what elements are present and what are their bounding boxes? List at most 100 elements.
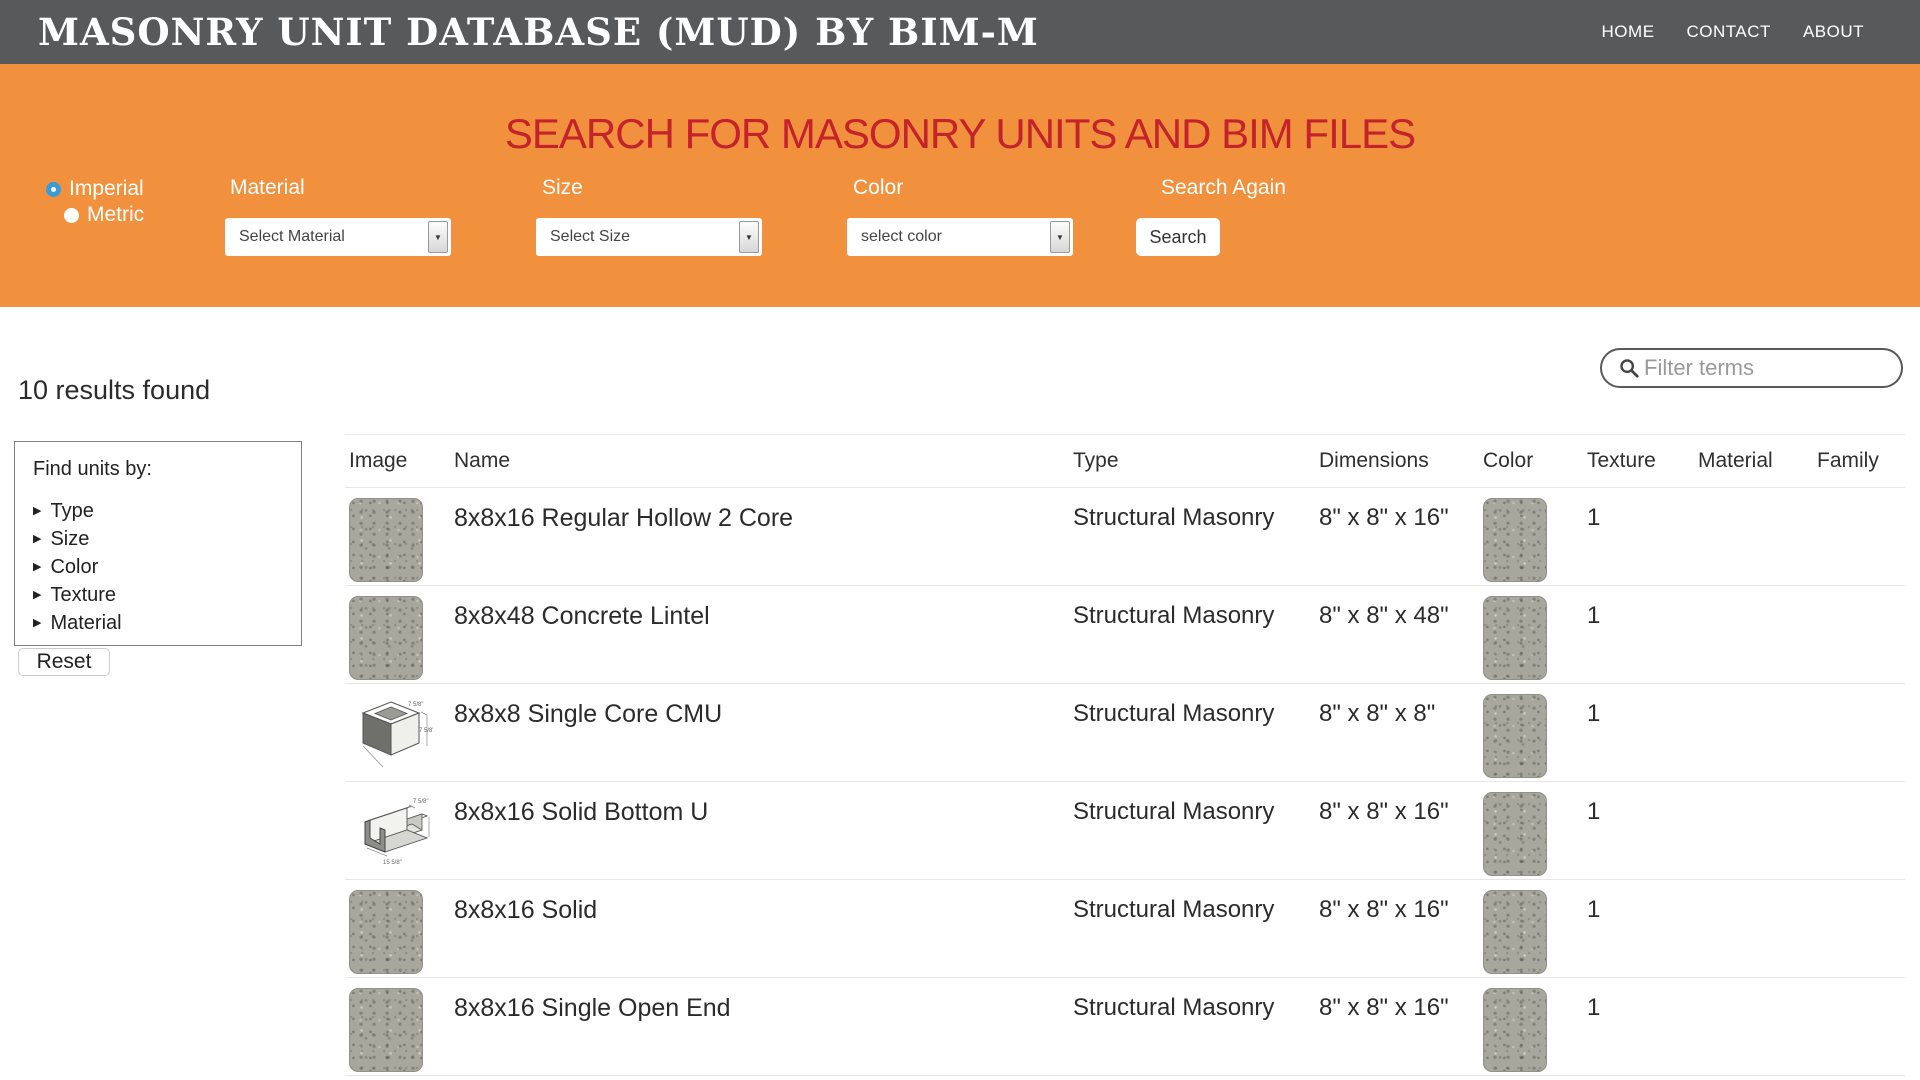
unit-family xyxy=(1813,586,1905,602)
facet-item-label: Material xyxy=(50,612,121,635)
size-select-value: Select Size xyxy=(536,228,739,246)
metric-radio-row[interactable]: Metric xyxy=(64,202,144,228)
table-row[interactable]: 7 5/8" 15 5/8" 8x8x16 Solid Bottom U Str… xyxy=(345,782,1905,880)
size-select-arrow-icon[interactable]: ▼ xyxy=(739,221,759,253)
color-select[interactable]: select color ▼ xyxy=(847,218,1073,256)
color-swatch xyxy=(1483,596,1547,680)
unit-material xyxy=(1694,782,1813,798)
top-header-bar: MASONRY UNIT DATABASE (MUD) BY BIM-M HOM… xyxy=(0,0,1920,64)
unit-dimensions: 8" x 8" x 16" xyxy=(1315,880,1479,924)
facet-item-size[interactable]: ▶ Size xyxy=(33,525,301,553)
unit-photo-thumbnail[interactable] xyxy=(349,890,423,974)
unit-name[interactable]: 8x8x48 Concrete Lintel xyxy=(450,586,1069,631)
unit-image-cell xyxy=(345,978,450,1072)
material-select[interactable]: Select Material ▼ xyxy=(225,218,451,256)
filter-terms-input[interactable] xyxy=(1644,355,1884,381)
search-icon xyxy=(1618,357,1640,379)
color-swatch xyxy=(1483,890,1547,974)
unit-material xyxy=(1694,978,1813,994)
imperial-radio-button[interactable] xyxy=(46,182,61,197)
top-navigation: HOME CONTACT ABOUT xyxy=(1602,22,1920,42)
unit-family xyxy=(1813,782,1905,798)
table-row[interactable]: 8x8x16 Regular Hollow 2 Core Structural … xyxy=(345,488,1905,586)
reset-button[interactable]: Reset xyxy=(18,648,110,676)
column-header-type: Type xyxy=(1069,449,1315,473)
unit-name[interactable]: 8x8x16 Single Open End xyxy=(450,978,1069,1023)
column-header-name: Name xyxy=(450,449,1069,473)
column-header-image: Image xyxy=(345,449,450,473)
unit-color-cell xyxy=(1479,978,1583,1072)
facet-list: ▶ Type ▶ Size ▶ Color ▶ Texture ▶ Materi… xyxy=(33,497,301,637)
nav-home[interactable]: HOME xyxy=(1602,22,1655,42)
results-table: Image Name Type Dimensions Color Texture… xyxy=(345,434,1905,1076)
unit-family xyxy=(1813,684,1905,700)
column-header-dimensions: Dimensions xyxy=(1315,449,1479,473)
nav-about[interactable]: ABOUT xyxy=(1803,22,1864,42)
unit-material xyxy=(1694,488,1813,504)
facet-item-texture[interactable]: ▶ Texture xyxy=(33,581,301,609)
facet-item-material[interactable]: ▶ Material xyxy=(33,609,301,637)
color-select-value: select color xyxy=(847,228,1050,246)
facet-item-label: Type xyxy=(50,500,93,523)
search-hero: SEARCH FOR MASONRY UNITS AND BIM FILES I… xyxy=(0,64,1920,307)
unit-material xyxy=(1694,684,1813,700)
find-units-title: Find units by: xyxy=(33,458,301,481)
facet-item-label: Size xyxy=(50,528,89,551)
search-button[interactable]: Search xyxy=(1136,218,1220,256)
unit-image-cell xyxy=(345,880,450,974)
unit-dimensions: 8" x 8" x 8" xyxy=(1315,684,1479,728)
caret-right-icon[interactable]: ▶ xyxy=(33,618,41,629)
unit-family xyxy=(1813,978,1905,994)
find-units-panel: Find units by: ▶ Type ▶ Size ▶ Color ▶ T… xyxy=(14,441,302,646)
page: MASONRY UNIT DATABASE (MUD) BY BIM-M HOM… xyxy=(0,0,1920,1080)
cmu-isometric-drawing[interactable]: 7 5/8" 7 5/8" xyxy=(349,694,433,778)
size-select[interactable]: Select Size ▼ xyxy=(536,218,762,256)
unit-photo-thumbnail[interactable] xyxy=(349,988,423,1072)
table-row[interactable]: 8x8x16 Solid Structural Masonry 8" x 8" … xyxy=(345,880,1905,978)
unit-image-cell: 7 5/8" 15 5/8" xyxy=(345,782,450,881)
svg-text:7 5/8": 7 5/8" xyxy=(408,702,423,708)
unit-type: Structural Masonry xyxy=(1069,978,1315,1022)
unit-color-cell xyxy=(1479,880,1583,974)
caret-right-icon[interactable]: ▶ xyxy=(33,590,41,601)
size-label: Size xyxy=(542,176,583,200)
imperial-radio-label: Imperial xyxy=(69,177,144,201)
unit-photo-thumbnail[interactable] xyxy=(349,596,423,680)
unit-name[interactable]: 8x8x16 Regular Hollow 2 Core xyxy=(450,488,1069,533)
u-block-isometric-drawing[interactable]: 7 5/8" 15 5/8" xyxy=(349,792,433,876)
unit-dimensions: 8" x 8" x 48" xyxy=(1315,586,1479,630)
unit-color-cell xyxy=(1479,488,1583,582)
unit-texture: 1 xyxy=(1583,488,1694,532)
unit-name[interactable]: 8x8x16 Solid xyxy=(450,880,1069,925)
unit-type: Structural Masonry xyxy=(1069,880,1315,924)
metric-radio-button[interactable] xyxy=(64,208,79,223)
unit-family xyxy=(1813,880,1905,896)
unit-name[interactable]: 8x8x16 Solid Bottom U xyxy=(450,782,1069,827)
unit-type: Structural Masonry xyxy=(1069,684,1315,728)
unit-image-cell: 7 5/8" 7 5/8" xyxy=(345,684,450,783)
color-swatch xyxy=(1483,694,1547,778)
filter-terms-field[interactable] xyxy=(1600,348,1903,388)
unit-name[interactable]: 8x8x8 Single Core CMU xyxy=(450,684,1069,729)
facet-item-color[interactable]: ▶ Color xyxy=(33,553,301,581)
table-row[interactable]: 8x8x48 Concrete Lintel Structural Masonr… xyxy=(345,586,1905,684)
unit-photo-thumbnail[interactable] xyxy=(349,498,423,582)
imperial-radio-row[interactable]: Imperial xyxy=(46,176,144,202)
caret-right-icon[interactable]: ▶ xyxy=(33,534,41,545)
table-row[interactable]: 8x8x16 Single Open End Structural Masonr… xyxy=(345,978,1905,1076)
unit-material xyxy=(1694,880,1813,896)
caret-right-icon[interactable]: ▶ xyxy=(33,562,41,573)
table-row[interactable]: 7 5/8" 7 5/8" 8x8x8 Single Core CMU Stru… xyxy=(345,684,1905,782)
nav-contact[interactable]: CONTACT xyxy=(1687,22,1771,42)
color-swatch xyxy=(1483,498,1547,582)
material-select-arrow-icon[interactable]: ▼ xyxy=(428,221,448,253)
color-select-arrow-icon[interactable]: ▼ xyxy=(1050,221,1070,253)
unit-system-radio-group: Imperial Metric xyxy=(46,176,144,228)
caret-right-icon[interactable]: ▶ xyxy=(33,506,41,517)
facet-item-type[interactable]: ▶ Type xyxy=(33,497,301,525)
unit-family xyxy=(1813,488,1905,504)
unit-image-cell xyxy=(345,488,450,582)
material-select-value: Select Material xyxy=(225,228,428,246)
facet-item-label: Color xyxy=(50,556,98,579)
column-header-texture: Texture xyxy=(1583,449,1694,473)
